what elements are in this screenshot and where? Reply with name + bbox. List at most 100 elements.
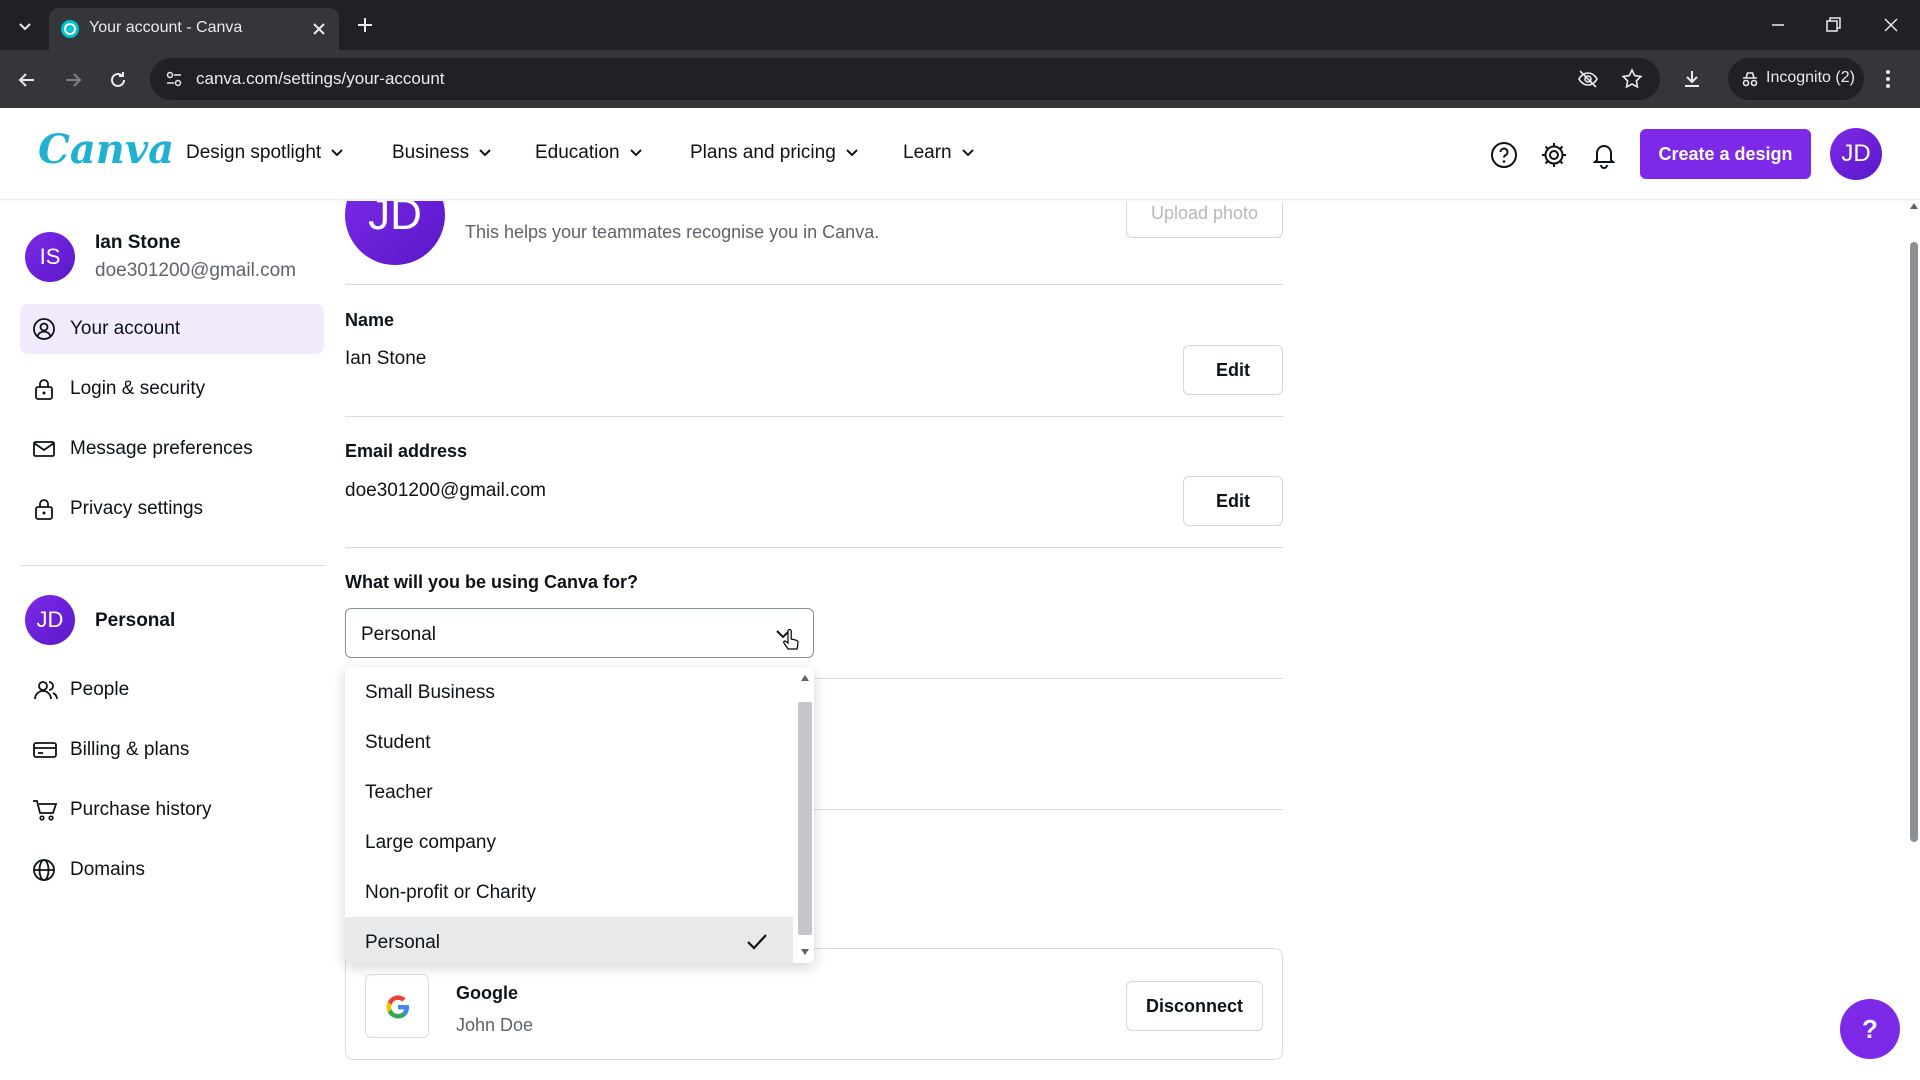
upload-photo-button[interactable]: Upload photo [1126, 202, 1283, 238]
download-icon[interactable] [1681, 68, 1703, 90]
new-tab-icon[interactable] [355, 15, 375, 35]
chevron-down-icon [331, 149, 343, 157]
nav-learn[interactable]: Learn [903, 142, 976, 164]
team-avatar: JD [25, 595, 75, 645]
option-small-business[interactable]: Small Business [345, 667, 793, 717]
nav-label: Plans and pricing [690, 142, 836, 163]
usage-select[interactable]: Personal [345, 608, 814, 658]
browser-menu-icon[interactable] [1884, 68, 1892, 90]
sidebar-item-label: Privacy settings [70, 498, 204, 519]
nav-design-spotlight[interactable]: Design spotlight [186, 142, 345, 164]
page-scrollbar[interactable] [1910, 242, 1918, 842]
name-label: Name [345, 310, 395, 330]
canva-favicon-icon [61, 20, 79, 38]
envelope-icon [33, 441, 55, 457]
credit-card-icon [33, 742, 57, 758]
eye-off-icon[interactable] [1577, 69, 1599, 89]
mouse-cursor-icon [783, 629, 799, 650]
sidebar-item-message-preferences[interactable]: Message preferences [20, 424, 324, 474]
section-divider [345, 416, 1283, 417]
sidebar-item-purchase-history[interactable]: Purchase history [20, 785, 324, 835]
section-divider [345, 284, 1283, 285]
lock-icon [35, 499, 53, 520]
option-label: Large company [365, 832, 496, 853]
option-label: Non-profit or Charity [365, 882, 537, 903]
connected-account-name: John Doe [456, 1015, 534, 1035]
canva-logo[interactable]: Canva [38, 126, 174, 173]
edit-email-button[interactable]: Edit [1183, 476, 1283, 526]
connected-provider: Google [456, 983, 518, 1003]
sidebar-item-privacy-settings[interactable]: Privacy settings [20, 484, 324, 534]
back-icon[interactable] [16, 69, 38, 91]
nav-label: Learn [903, 142, 952, 163]
create-design-button[interactable]: Create a design [1640, 129, 1811, 179]
sidebar-item-login-security[interactable]: Login & security [20, 364, 324, 414]
page-scroll-up-icon[interactable] [1909, 202, 1919, 210]
tab-title: Your account - Canva [89, 19, 243, 36]
people-icon [34, 681, 58, 700]
user-avatar[interactable]: JD [1830, 128, 1882, 180]
option-student[interactable]: Student [345, 717, 793, 767]
edit-name-button[interactable]: Edit [1183, 345, 1283, 395]
browser-tab[interactable]: Your account - Canva [49, 8, 339, 50]
settings-gear-icon[interactable] [1540, 141, 1568, 169]
option-teacher[interactable]: Teacher [345, 767, 793, 817]
sidebar-item-billing-plans[interactable]: Billing & plans [20, 725, 324, 775]
cart-icon [33, 800, 58, 821]
name-value: Ian Stone [345, 348, 427, 369]
profile-email: doe301200@gmail.com [95, 260, 296, 281]
browser-toolbar: canva.com/settings/your-account Incognit… [0, 50, 1920, 108]
team-name: Personal [95, 610, 176, 631]
incognito-label: Incognito (2) [1766, 69, 1855, 86]
google-logo-icon [365, 974, 429, 1038]
close-tab-icon[interactable] [311, 21, 327, 37]
dropdown-scrollbar[interactable] [795, 667, 814, 963]
usage-select-value: Personal [361, 624, 436, 645]
section-divider [345, 547, 1283, 548]
sidebar-item-label: Message preferences [70, 438, 253, 459]
incognito-icon [1740, 69, 1760, 89]
nav-plans-and-pricing[interactable]: Plans and pricing [690, 142, 860, 164]
sidebar-divider [20, 565, 326, 566]
sidebar-item-your-account[interactable]: Your account [20, 304, 324, 354]
bookmark-star-icon[interactable] [1621, 68, 1643, 90]
tab-search-icon[interactable] [14, 15, 36, 37]
globe-icon [33, 859, 55, 881]
sidebar-item-label: Login & security [70, 378, 206, 399]
reload-icon[interactable] [107, 69, 129, 91]
chevron-down-icon [629, 149, 642, 157]
forward-icon[interactable] [62, 69, 84, 91]
close-window-icon[interactable] [1881, 15, 1901, 35]
option-label: Personal [365, 932, 440, 953]
restore-icon[interactable] [1823, 15, 1843, 35]
option-non-profit[interactable]: Non-profit or Charity [345, 867, 793, 917]
site-info-icon[interactable] [164, 69, 184, 89]
url-text: canva.com/settings/your-account [196, 69, 445, 88]
nav-business[interactable]: Business [392, 142, 493, 164]
nav-label: Design spotlight [186, 142, 322, 163]
option-personal[interactable]: Personal [345, 917, 793, 963]
notifications-bell-icon[interactable] [1590, 141, 1618, 169]
disconnect-button[interactable]: Disconnect [1126, 981, 1263, 1031]
sidebar-item-label: Billing & plans [70, 739, 190, 760]
site-header: Canva Design spotlight Business Educatio… [0, 108, 1920, 200]
sidebar-item-domains[interactable]: Domains [20, 845, 324, 895]
address-bar[interactable]: canva.com/settings/your-account [150, 58, 1660, 100]
profile-helper-text: This helps your teammates recognise you … [465, 222, 880, 242]
nav-label: Business [392, 142, 470, 163]
scroll-down-arrow-icon[interactable] [800, 948, 810, 956]
incognito-indicator[interactable]: Incognito (2) [1728, 58, 1864, 100]
option-large-company[interactable]: Large company [345, 817, 793, 867]
dropdown-scroll-thumb[interactable] [798, 702, 812, 935]
help-icon[interactable] [1490, 141, 1518, 169]
help-fab-button[interactable]: ? [1840, 999, 1900, 1059]
sidebar-item-label: People [70, 679, 130, 700]
chevron-down-icon [961, 149, 974, 157]
profile-name: Ian Stone [95, 232, 181, 253]
nav-label: Education [535, 142, 620, 163]
minimize-icon[interactable] [1768, 15, 1788, 35]
nav-education[interactable]: Education [535, 142, 644, 164]
sidebar-item-people[interactable]: People [20, 665, 324, 715]
scroll-up-arrow-icon[interactable] [800, 674, 810, 682]
option-label: Student [365, 732, 431, 753]
